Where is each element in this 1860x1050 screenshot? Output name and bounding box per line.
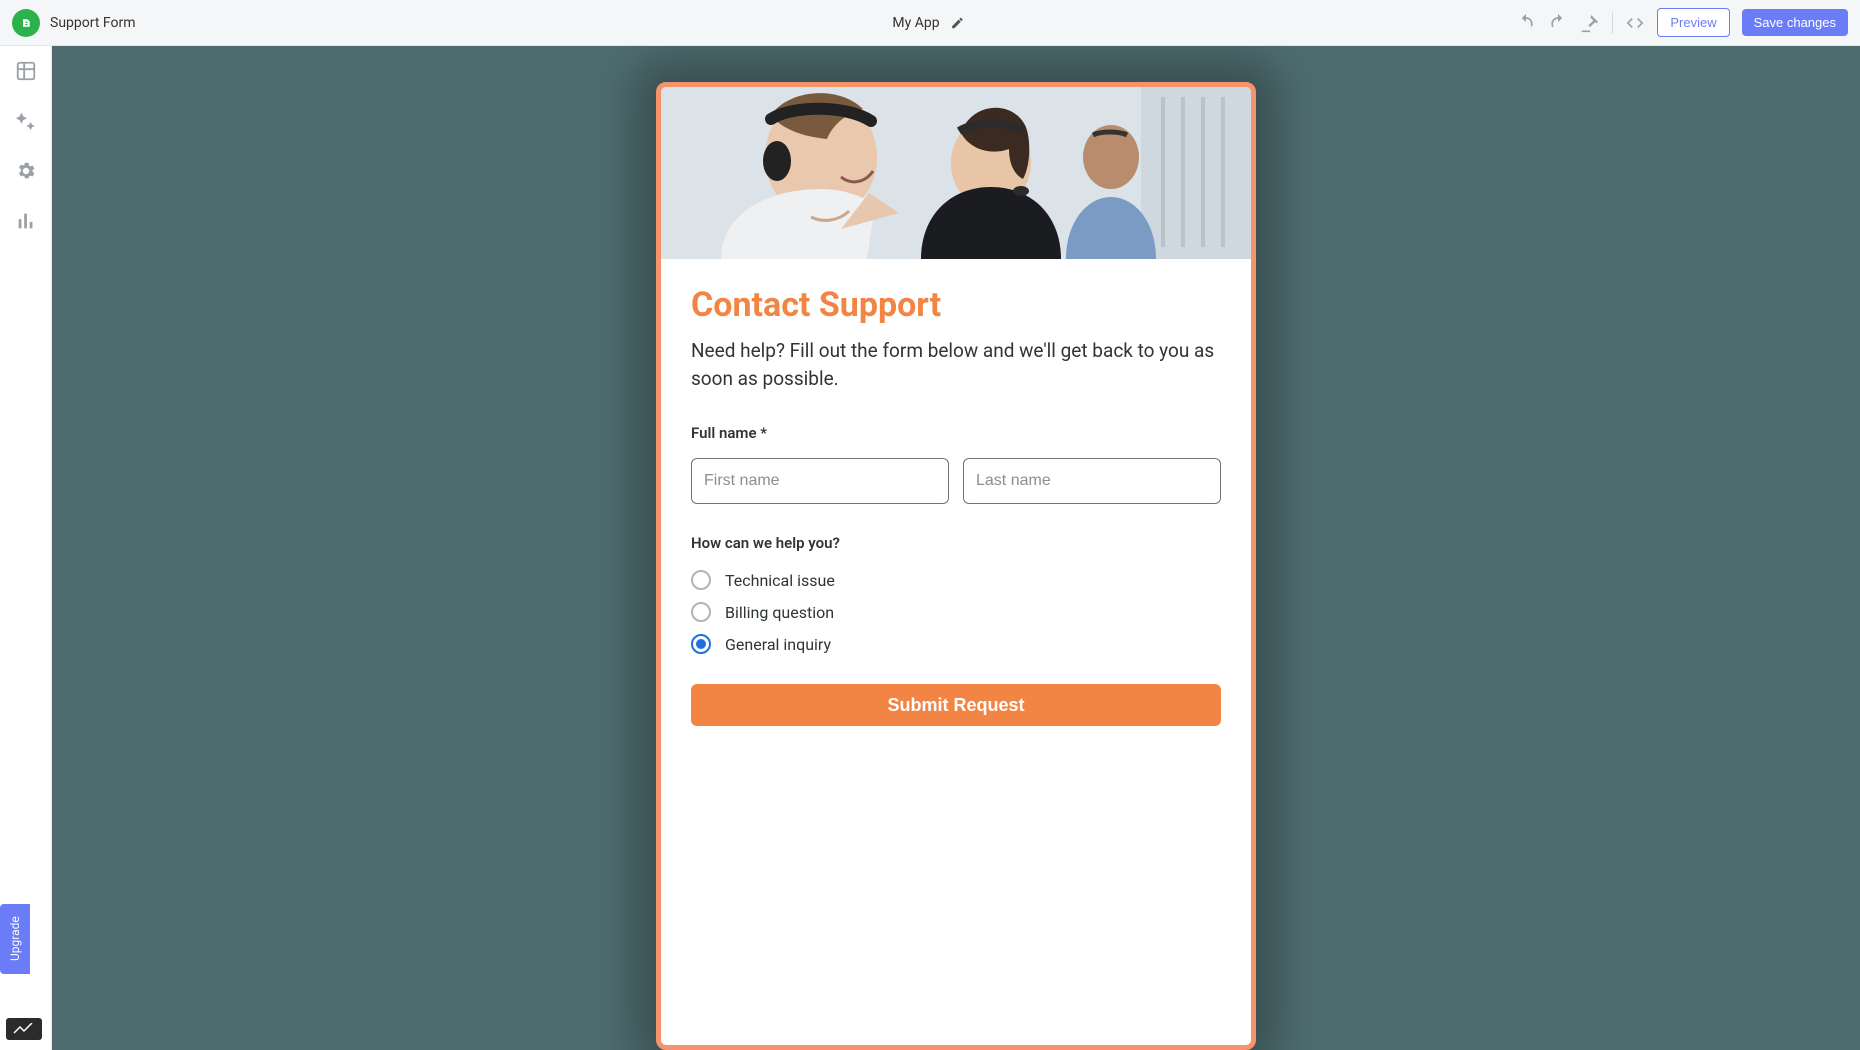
form-body: Contact Support Need help? Fill out the … bbox=[661, 259, 1251, 756]
contact-form-card[interactable]: Contact Support Need help? Fill out the … bbox=[656, 82, 1256, 1050]
gear-icon[interactable] bbox=[15, 160, 37, 182]
help-radio-group: Technical issue Billing question General… bbox=[691, 570, 1221, 654]
edit-app-name-icon[interactable] bbox=[948, 13, 968, 33]
submit-button[interactable]: Submit Request bbox=[691, 684, 1221, 726]
topbar-actions: Preview Save changes bbox=[1516, 8, 1848, 37]
gavel-icon[interactable] bbox=[1580, 13, 1600, 33]
fullname-label: Full name * bbox=[691, 424, 1221, 442]
help-label: How can we help you? bbox=[691, 534, 1221, 552]
radio-general-inquiry[interactable]: General inquiry bbox=[691, 634, 1221, 654]
radio-label: Technical issue bbox=[725, 571, 835, 590]
undo-icon[interactable] bbox=[1516, 13, 1536, 33]
left-sidebar bbox=[0, 46, 52, 1050]
corner-badge[interactable] bbox=[6, 1018, 42, 1040]
first-name-input[interactable] bbox=[691, 458, 949, 504]
preview-button[interactable]: Preview bbox=[1657, 8, 1729, 37]
upgrade-tab[interactable]: Upgrade bbox=[0, 904, 30, 974]
last-name-input[interactable] bbox=[963, 458, 1221, 504]
grid-icon[interactable] bbox=[15, 60, 37, 82]
redo-icon[interactable] bbox=[1548, 13, 1568, 33]
form-description: Need help? Fill out the form below and w… bbox=[691, 337, 1221, 392]
radio-bullet bbox=[691, 570, 711, 590]
radio-bullet bbox=[691, 634, 711, 654]
form-title: Contact Support bbox=[691, 285, 1221, 325]
wand-icon[interactable] bbox=[15, 110, 37, 132]
code-icon[interactable] bbox=[1625, 13, 1645, 33]
radio-label: General inquiry bbox=[725, 635, 831, 654]
topbar: Support Form My App Preview Save changes bbox=[0, 0, 1860, 46]
app-logo[interactable] bbox=[12, 9, 40, 37]
save-button[interactable]: Save changes bbox=[1742, 9, 1848, 36]
app-name-region: My App bbox=[892, 13, 967, 33]
radio-bullet bbox=[691, 602, 711, 622]
hero-image bbox=[661, 87, 1251, 259]
page-title: Support Form bbox=[50, 15, 135, 31]
divider bbox=[1612, 12, 1613, 34]
radio-billing-question[interactable]: Billing question bbox=[691, 602, 1221, 622]
analytics-icon[interactable] bbox=[15, 210, 37, 232]
radio-label: Billing question bbox=[725, 603, 834, 622]
canvas[interactable]: Contact Support Need help? Fill out the … bbox=[52, 46, 1860, 1050]
radio-technical-issue[interactable]: Technical issue bbox=[691, 570, 1221, 590]
app-name: My App bbox=[892, 15, 939, 31]
